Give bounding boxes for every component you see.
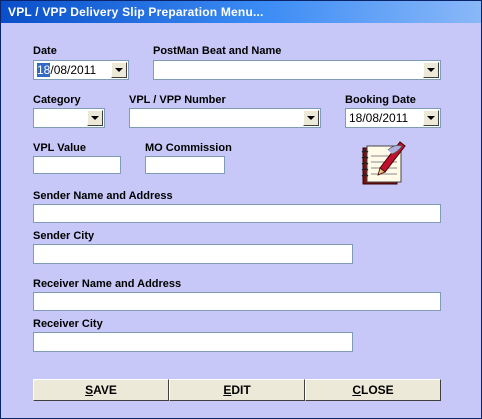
postman-select[interactable] [153,60,441,80]
save-button[interactable]: S AVE [33,379,169,401]
chevron-down-icon[interactable] [303,110,319,126]
date-picker[interactable]: 18/08/2011 [33,60,129,80]
chevron-down-icon[interactable] [423,62,439,78]
category-label: Category [33,94,81,106]
vpl-number-select[interactable] [129,108,321,128]
close-button[interactable]: C LOSE [305,379,441,401]
booking-date-value: 18/08/2011 [349,111,409,125]
close-label: LOSE [361,383,394,397]
edit-label: DIT [231,383,251,397]
sender-name-label: Sender Name and Address [33,190,173,202]
sender-city-label: Sender City [33,230,95,242]
receiver-name-input[interactable] [33,292,441,311]
date-selected-part: 18 [37,63,51,77]
receiver-city-input[interactable] [33,332,353,352]
edit-button[interactable]: E DIT [169,379,305,401]
category-select[interactable] [33,108,105,128]
mo-commission-input[interactable] [145,156,225,174]
save-mnemonic: S [85,383,94,397]
title-bar[interactable]: VPL / VPP Delivery Slip Preparation Menu… [1,1,481,23]
sender-city-input[interactable] [33,244,353,264]
vpl-number-label: VPL / VPP Number [129,94,226,106]
edit-mnemonic: E [223,383,232,397]
vpl-value-input[interactable] [33,156,121,174]
delivery-slip-window: VPL / VPP Delivery Slip Preparation Menu… [0,0,482,419]
mo-commission-label: MO Commission [145,142,232,154]
chevron-down-icon[interactable] [87,110,103,126]
close-mnemonic: C [352,383,361,397]
booking-date-label: Booking Date [345,94,416,106]
chevron-down-icon[interactable] [111,62,127,78]
receiver-name-label: Receiver Name and Address [33,278,182,290]
date-label: Date [33,45,57,57]
postman-label: PostMan Beat and Name [153,45,282,57]
booking-date-picker[interactable]: 18/08/2011 [345,108,441,128]
receiver-city-label: Receiver City [33,318,103,330]
chevron-down-icon[interactable] [423,110,439,126]
date-rest-part: /08/2011 [50,63,97,77]
sender-name-input[interactable] [33,204,441,223]
notebook-pen-icon [361,141,406,185]
window-title: VPL / VPP Delivery Slip Preparation Menu… [8,5,264,19]
save-label: AVE [93,383,117,397]
vpl-value-label: VPL Value [33,142,86,154]
